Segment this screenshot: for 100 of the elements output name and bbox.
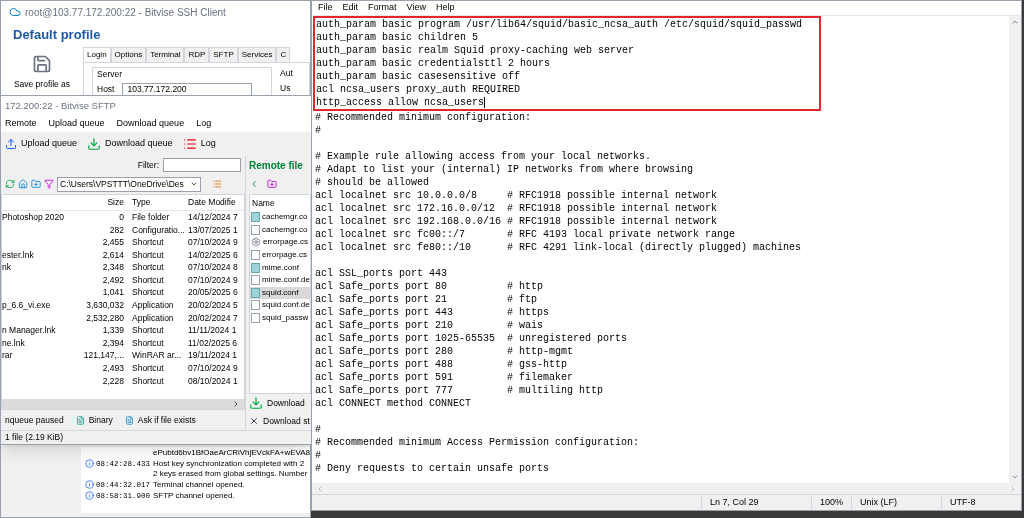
remote-file-row[interactable]: mime.conf.de: [250, 273, 310, 287]
profile-title: Default profile: [13, 26, 101, 45]
file-date: 20/02/2024 5: [188, 299, 239, 312]
save-icon: [32, 53, 52, 74]
remote-file-row[interactable]: mime.conf: [250, 261, 310, 274]
queue-status: nqueue paused: [5, 413, 64, 427]
list-icon: [182, 137, 197, 151]
transfer-mode-dropdown[interactable]: Binary: [75, 413, 113, 427]
file-row[interactable]: 1,041 Shortcut 20/05/2025 6: [2, 286, 244, 300]
file-row[interactable]: p_6.6_vi.exe 3,630,032 Application 20/02/2024 5: [2, 299, 244, 312]
menu-item[interactable]: Format: [368, 1, 397, 15]
status-field: Unix (LF): [851, 495, 941, 510]
code-line: acl localnet src 192.168.0.0/16 # RFC1918 possible internal network: [315, 215, 719, 228]
file-name: errorpage.cs: [262, 249, 307, 262]
file-size: 1,041: [101, 286, 125, 300]
toolbar-button[interactable]: Upload queue: [5, 137, 78, 151]
download-icon: [249, 396, 263, 410]
file-date: 20/02/2024 7: [188, 311, 239, 325]
file-date: 07/10/2024 8: [188, 261, 239, 275]
remote-file-row[interactable]: errorpage.cs: [250, 248, 310, 262]
remote-file-row[interactable]: cachemgr.co: [250, 211, 310, 224]
tab[interactable]: Options: [110, 47, 147, 62]
menu-item[interactable]: Upload queue: [48, 117, 105, 131]
column-header[interactable]: Date Modifie: [188, 196, 244, 209]
download-button[interactable]: Download: [249, 394, 311, 412]
refresh-icon[interactable]: [5, 179, 15, 189]
file-row[interactable]: 2,228 Shortcut 08/10/2024 1: [2, 374, 244, 388]
file-row[interactable]: 2,455 Shortcut 07/10/2024 9: [2, 236, 244, 249]
file-date: 07/10/2024 9: [188, 236, 239, 249]
file-name: cachemgr.co: [262, 223, 308, 236]
file-row[interactable]: ester.lnk 2,614 Shortcut 14/02/2025 6: [2, 248, 244, 262]
file-type: Configuratio...: [131, 223, 186, 237]
menu-item[interactable]: Log: [196, 117, 212, 131]
file-row[interactable]: n Manager.lnk 1,339 Shortcut 11/11/2024 1: [2, 324, 244, 337]
remote-file-row[interactable]: squid_passw: [250, 311, 310, 325]
menu-item[interactable]: Help: [435, 1, 455, 15]
menu-item[interactable]: View: [406, 1, 426, 15]
toolbar-button[interactable]: Log: [182, 137, 216, 151]
home-icon[interactable]: [18, 179, 28, 189]
file-name: nk: [2, 261, 12, 275]
file-date: 19/11/2024 1: [188, 349, 238, 363]
status-field: 100%: [811, 495, 851, 510]
save-profile-button[interactable]: Save profile as: [1, 47, 83, 97]
file-row[interactable]: ne.lnk 2,394 Shortcut 11/02/2025 6: [2, 336, 244, 350]
overwrite-dropdown[interactable]: Ask if file exists: [124, 413, 196, 427]
file-row[interactable]: Photoshop 2020 0 File folder 14/12/2024 7: [2, 211, 244, 224]
tab[interactable]: C: [276, 47, 291, 62]
code-line: acl localnet src 172.16.0.0/12 # RFC1918 possible internal network: [315, 202, 719, 215]
file-row[interactable]: 2,532,280 Application 20/02/2024 7: [2, 311, 244, 325]
file-name: ne.lnk: [2, 336, 26, 350]
code-line: auth_param basic children 5: [316, 31, 479, 44]
status-text: 1 file (2.19 KiB): [1, 430, 311, 444]
toolbar-button[interactable]: Download queue: [87, 137, 173, 151]
file-row[interactable]: nk 2,348 Shortcut 07/10/2024 8: [2, 261, 244, 274]
code-line: #: [315, 423, 322, 436]
folder-plus-icon[interactable]: [267, 179, 277, 189]
log-message: Terminal channel opened.: [153, 480, 245, 490]
file-row[interactable]: 2,493 Shortcut 07/10/2024 9: [2, 362, 244, 375]
remote-file-row[interactable]: errorpage.cs: [250, 236, 310, 249]
log-message: 2 keys erased from global settings. Number: [153, 469, 308, 479]
log-message: Host key synchronization completed with 2: [153, 459, 306, 469]
column-header[interactable]: Type: [126, 196, 188, 209]
code-line: # Deny requests to certain unsafe ports: [315, 462, 551, 475]
tab[interactable]: RDP: [184, 47, 210, 62]
path-dropdown[interactable]: C:\Users\VPSTTT\OneDrive\Des: [57, 176, 201, 192]
host-label: Host: [97, 82, 115, 96]
menu-item[interactable]: Remote: [5, 117, 37, 131]
column-header[interactable]: Size: [78, 196, 126, 209]
file-date: 14/12/2024 7: [188, 210, 239, 224]
file-row[interactable]: 2,492 Shortcut 07/10/2024 9: [2, 273, 244, 287]
file-type: Shortcut: [131, 273, 165, 287]
status-field: UTF-8: [941, 495, 1021, 510]
vertical-scrollbar[interactable]: [1009, 16, 1021, 483]
code-line: acl Safe_ports port 1025-65535 # unregistered ports: [315, 332, 629, 345]
file-name: cachemgr.co: [262, 211, 308, 224]
file-size: 2,614: [101, 248, 125, 262]
folder-plus-icon[interactable]: [31, 179, 41, 189]
file-row[interactable]: 282 Configuratio... 13/07/2025 1: [2, 223, 244, 237]
remote-file-row[interactable]: squid.conf.de: [250, 299, 310, 312]
filter-icon[interactable]: [44, 179, 54, 189]
horizontal-scrollbar[interactable]: [312, 483, 1021, 494]
code-line: acl Safe_ports port 488 # gss-http: [315, 358, 569, 371]
menu-item[interactable]: Download queue: [116, 117, 185, 131]
download-button[interactable]: Download st: [249, 412, 311, 430]
menu-item[interactable]: Edit: [342, 1, 359, 15]
back-icon[interactable]: [249, 179, 259, 189]
tab[interactable]: Login: [83, 47, 111, 62]
menu-item[interactable]: File: [318, 1, 333, 15]
file-row[interactable]: rar 121,147,... WinRAR ar... 19/11/2024 1: [2, 349, 244, 363]
view-icon[interactable]: [212, 179, 222, 189]
remote-file-row[interactable]: cachemgr.co: [250, 223, 310, 237]
file-name: errorpage.cs: [263, 236, 308, 249]
column-header[interactable]: Name: [250, 195, 310, 211]
tab[interactable]: Terminal: [146, 47, 185, 62]
horizontal-scrollbar[interactable]: [2, 399, 244, 409]
remote-file-row[interactable]: squid.conf: [250, 286, 310, 300]
tab[interactable]: SFTP: [209, 47, 238, 62]
tab[interactable]: Services: [237, 47, 277, 62]
code-line: acl Safe_ports port 280 # http-mgmt: [315, 345, 575, 358]
filter-field[interactable]: [163, 158, 241, 172]
